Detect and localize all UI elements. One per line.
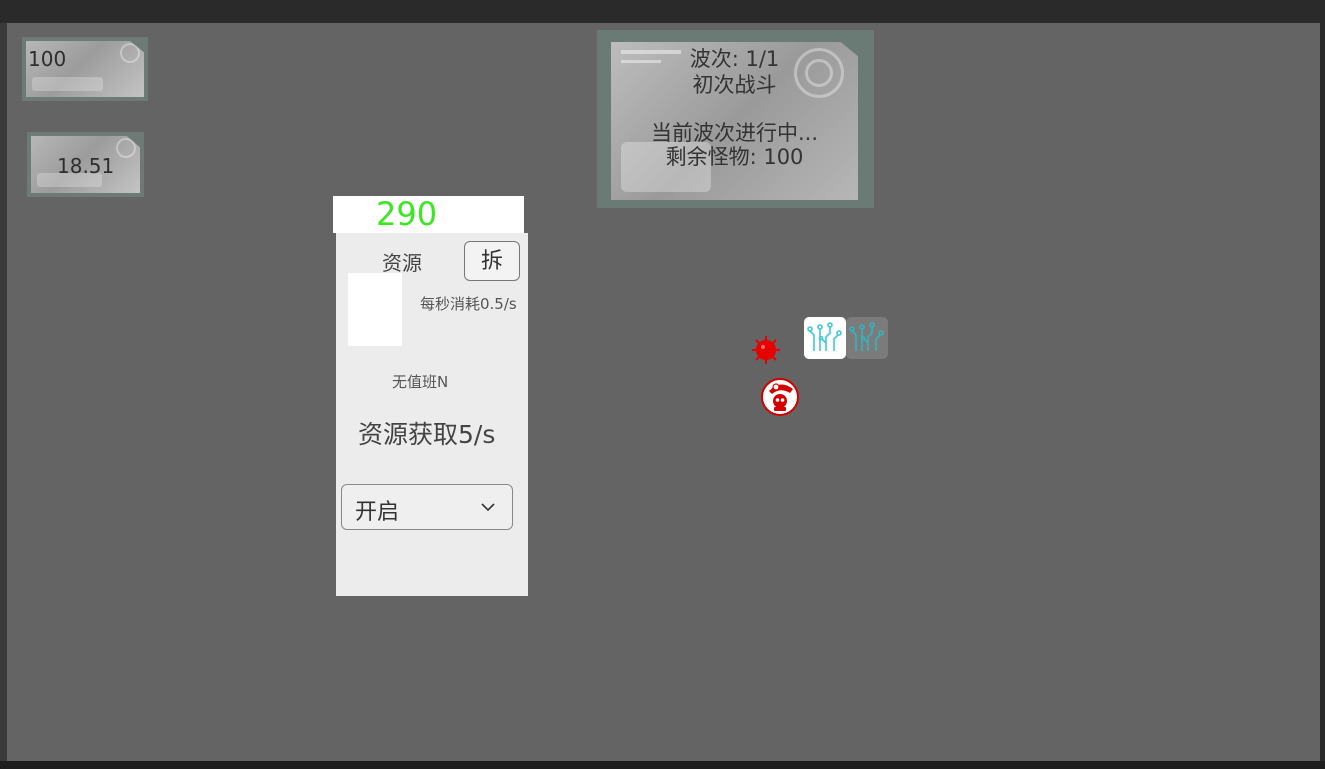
- stat-value-top: 100: [28, 47, 67, 71]
- duty-status: 无值班N: [392, 373, 449, 391]
- virus-icon[interactable]: [750, 334, 782, 366]
- stat-value-bottom: 18.51: [57, 154, 115, 178]
- resource-gain: 资源获取5/s: [358, 420, 496, 449]
- wave-counter: 波次: 1/1: [689, 47, 780, 71]
- chevron-down-icon: [481, 503, 495, 512]
- window-bottom-bar: [0, 761, 1325, 769]
- window-right-edge: [1320, 23, 1325, 761]
- cost-value: 290: [376, 195, 438, 233]
- wave-status: 当前波次进行中...: [650, 121, 819, 145]
- cost-box: 290: [333, 196, 524, 233]
- card-decoration: [32, 77, 103, 91]
- consumption-text: 每秒消耗0.5/s: [420, 295, 517, 313]
- remaining-monsters: 剩余怪物: 100: [665, 145, 804, 169]
- mode-dropdown-value: 开启: [355, 500, 400, 525]
- card-ring-decoration: [116, 138, 136, 158]
- circuit-chip-icon[interactable]: [804, 317, 846, 359]
- building-image: [348, 273, 402, 346]
- demolish-button[interactable]: 拆: [464, 241, 520, 281]
- stat-card-top: 100: [22, 37, 148, 101]
- stat-card-top-bg: 100: [26, 41, 144, 97]
- window-top-bar: [0, 0, 1325, 23]
- card-ring-decoration: [120, 43, 140, 63]
- circuit-chip-icon[interactable]: [846, 317, 888, 359]
- circuit-chip-graphic: [849, 322, 884, 351]
- stat-card-bottom: 18.51: [27, 132, 144, 197]
- circuit-chip-graphic: [807, 322, 842, 351]
- building-panel: 资源 拆 每秒消耗0.5/s 无值班N 资源获取5/s 开启: [336, 233, 528, 596]
- virus-graphic: [752, 336, 780, 364]
- stat-card-bottom-bg: 18.51: [31, 136, 140, 193]
- wave-panel-bg: 波次: 1/1 初次战斗 当前波次进行中... 剩余怪物: 100: [611, 42, 858, 200]
- window-left-edge: [0, 23, 7, 761]
- hero-avatar-icon[interactable]: [760, 377, 800, 417]
- wave-panel: 波次: 1/1 初次战斗 当前波次进行中... 剩余怪物: 100: [597, 30, 874, 208]
- wave-name: 初次战斗: [692, 73, 777, 97]
- building-title: 资源: [382, 251, 422, 275]
- hero-graphic: [761, 378, 799, 416]
- mode-dropdown[interactable]: 开启: [341, 484, 513, 530]
